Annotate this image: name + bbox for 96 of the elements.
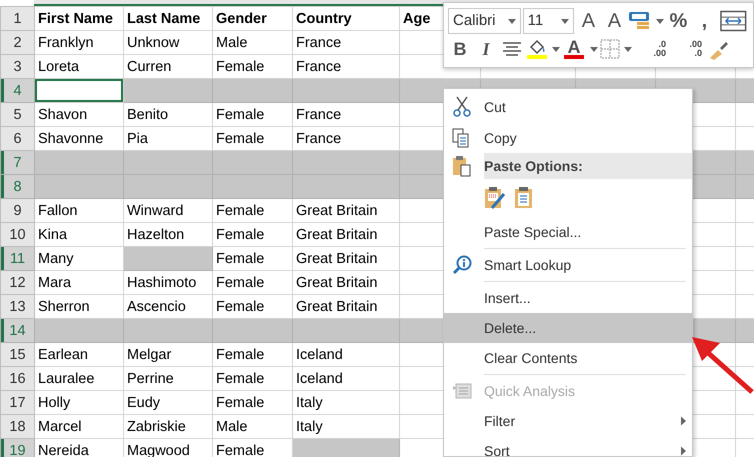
menu-item[interactable]: Filter (444, 406, 692, 436)
row-header[interactable]: 13 (0, 294, 34, 318)
row-header[interactable]: 18 (0, 414, 34, 438)
table-cell: Iceland (292, 342, 400, 366)
table-cell: Female (212, 342, 292, 366)
table-cell: France (292, 30, 400, 54)
table-cell: Fallon (34, 198, 124, 222)
row-header[interactable]: 9 (0, 198, 34, 222)
scissors-icon (452, 96, 472, 118)
italic-button[interactable]: I (474, 36, 498, 62)
lookup-icon (452, 255, 472, 275)
table-cell: Female (212, 390, 292, 414)
bold-button[interactable]: B (448, 36, 472, 62)
format-button[interactable]: , (692, 8, 716, 34)
row-header[interactable]: 8 (0, 174, 34, 198)
row-header[interactable]: 7 (0, 150, 34, 174)
row-header[interactable]: 12 (0, 270, 34, 294)
table-cell: Female (212, 222, 292, 246)
table-cell: Unknow (124, 30, 212, 54)
wrap-icon[interactable] (718, 8, 749, 34)
quick-analysis-icon (452, 382, 472, 400)
table-cell: Melgar (124, 342, 212, 366)
table-cell: Female (212, 366, 292, 390)
table-cell: Gender (212, 6, 292, 30)
font-color-button[interactable]: A (562, 36, 586, 62)
copy-icon (452, 128, 470, 148)
row-header[interactable]: 1 (0, 6, 34, 30)
row-header[interactable]: 16 (0, 366, 34, 390)
table-cell: Female (212, 246, 292, 270)
table-cell: France (292, 102, 400, 126)
row-header[interactable]: 4 (0, 78, 34, 102)
decrease-decimal-button[interactable]: .00 .0 (680, 36, 704, 62)
table-cell: Lauralee (34, 366, 124, 390)
table-cell: Female (212, 102, 292, 126)
caret-icon (561, 18, 570, 24)
caret-icon (552, 46, 560, 52)
table-cell: Many (34, 246, 124, 270)
table-cell: Marcel (34, 414, 124, 438)
table-cell: Iceland (292, 366, 400, 390)
table-cell: Franklyn (34, 30, 124, 54)
caret-icon (508, 18, 516, 24)
row-header[interactable]: 17 (0, 390, 34, 414)
table-cell: Earlean (34, 342, 124, 366)
row-header[interactable]: 6 (0, 126, 34, 150)
menu-item[interactable]: Cut (444, 91, 692, 123)
row-header[interactable]: 3 (0, 54, 34, 78)
table-cell: Female (212, 198, 292, 222)
table-cell: Holly (34, 390, 124, 414)
menu-item[interactable]: Delete... (444, 313, 692, 343)
menu-item[interactable]: Clear Contents (444, 343, 692, 373)
table-cell: Perrine (124, 366, 212, 390)
font-field[interactable]: Calibri (448, 8, 521, 34)
table-cell: Mara (34, 270, 124, 294)
arrow (692, 337, 754, 394)
table-cell: Last Name (124, 6, 212, 30)
menu-item[interactable]: Copy (444, 123, 692, 153)
row-header[interactable]: 10 (0, 222, 34, 246)
caret-icon (656, 18, 664, 24)
increase-decimal-button[interactable]: .0 .00 (644, 36, 668, 62)
fill-color-icon[interactable] (526, 38, 548, 60)
row-header[interactable]: 15 (0, 342, 34, 366)
table-cell: Male (212, 30, 292, 54)
menu-section-header: Paste Options: (484, 153, 692, 179)
table-cell: Eudy (124, 390, 212, 414)
table-cell: Winward (124, 198, 212, 222)
row-header[interactable]: 5 (0, 102, 34, 126)
row-header[interactable]: 14 (0, 318, 34, 342)
table-cell: Shavon (34, 102, 124, 126)
table-cell: Great Britain (292, 270, 400, 294)
row-header[interactable]: 2 (0, 30, 34, 54)
menu-item[interactable]: Insert... (444, 283, 692, 313)
row-header[interactable]: 19 (0, 438, 34, 457)
table-cell: Male (212, 414, 292, 438)
shrink-font-button[interactable]: A (602, 8, 626, 34)
grow-font-button[interactable]: A (576, 8, 600, 34)
font-size-field[interactable]: 11 (522, 8, 574, 34)
format-button[interactable]: % (666, 8, 690, 34)
caret-icon (624, 46, 632, 52)
table-cell: First Name (34, 6, 124, 30)
table-cell: Great Britain (292, 198, 400, 222)
table-cell: Zabriskie (124, 414, 212, 438)
table-cell: Great Britain (292, 222, 400, 246)
menu-item[interactable]: Paste Special... (444, 217, 692, 247)
row-header[interactable]: 11 (0, 246, 34, 270)
table-cell: Female (212, 270, 292, 294)
menu-item[interactable]: Sort (444, 436, 692, 456)
table-cell: Benito (124, 102, 212, 126)
table-cell: Kina (34, 222, 124, 246)
borders-icon[interactable] (600, 39, 620, 59)
table-cell: Italy (292, 390, 400, 414)
table-cell: Great Britain (292, 246, 400, 270)
table-cell: Country (292, 6, 400, 30)
caret-icon (590, 46, 598, 52)
table-cell: Hashimoto (124, 270, 212, 294)
clipboard-icon (452, 155, 472, 177)
menu-item[interactable]: Smart Lookup (444, 250, 692, 280)
